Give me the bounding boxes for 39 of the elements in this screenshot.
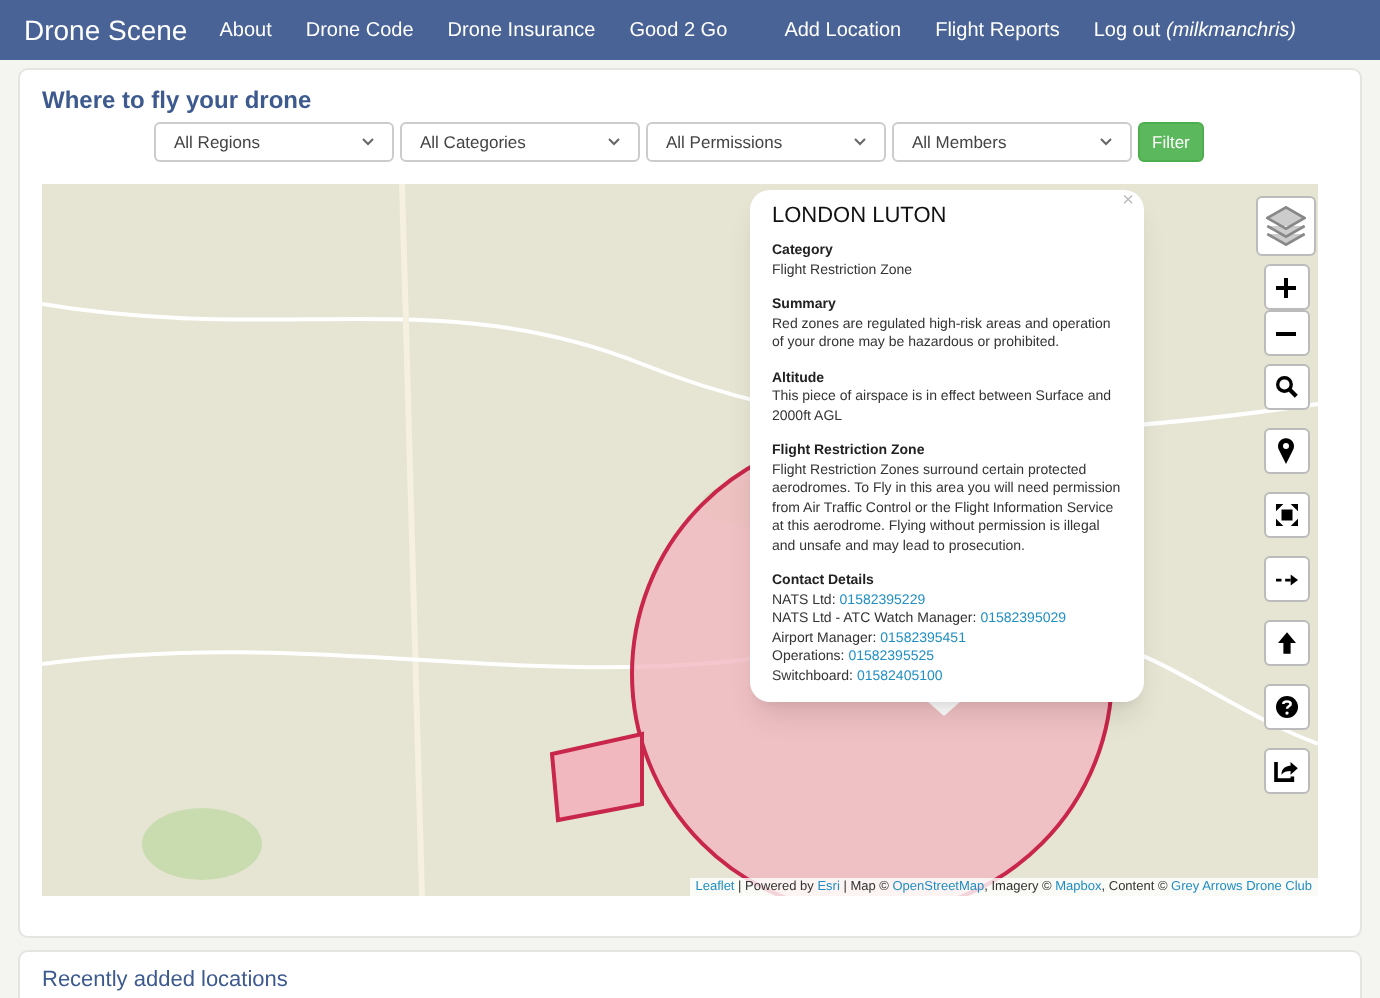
filter-dropdown[interactable]: All Permissions — [646, 122, 886, 162]
park-area — [142, 808, 262, 880]
plus-icon — [1276, 277, 1296, 297]
section-title: Where to fly your drone — [42, 84, 314, 116]
chevron-icon — [362, 138, 374, 146]
map-control-button[interactable] — [1263, 748, 1309, 794]
map-control-button[interactable] — [1263, 264, 1309, 310]
nav-link[interactable]: Flight Reports — [935, 15, 1060, 45]
map-control-button[interactable] — [1263, 620, 1309, 666]
layers-icon — [1266, 206, 1306, 246]
chevron-icon — [608, 138, 620, 146]
map-control-button[interactable] — [1263, 428, 1309, 474]
nav-link[interactable]: Add Location — [784, 15, 902, 45]
nav-link[interactable]: Drone Code — [305, 15, 414, 45]
map-control-button[interactable] — [1263, 492, 1309, 538]
nav-link[interactable]: About — [219, 15, 272, 45]
help-icon — [1275, 696, 1297, 718]
popup-title: LONDON LUTON — [772, 204, 949, 230]
nav-link[interactable]: Log out (milkmanchris) — [1093, 15, 1296, 45]
filter-dropdown[interactable]: All Members — [892, 122, 1132, 162]
chevron-icon — [854, 138, 866, 146]
section-title: Recently added locations — [42, 966, 290, 994]
brand-link[interactable]: Drone Scene — [24, 9, 188, 51]
search-icon — [1275, 376, 1297, 398]
map-control-button[interactable] — [1263, 364, 1309, 410]
arrow-up-icon — [1277, 632, 1295, 654]
minus-icon — [1276, 331, 1296, 335]
map-control-button[interactable] — [1263, 310, 1309, 356]
filter-dropdown[interactable]: All Categories — [400, 122, 640, 162]
arrow-right-icon — [1275, 573, 1297, 585]
share-icon — [1274, 761, 1298, 781]
map-pin-icon — [1278, 438, 1294, 464]
nav-link[interactable]: Good 2 Go — [629, 15, 728, 45]
fullscreen-icon — [1275, 504, 1297, 526]
map-control-button[interactable] — [1263, 556, 1309, 602]
map-control-button[interactable] — [1263, 684, 1309, 730]
chevron-icon — [1100, 138, 1112, 146]
nav-link[interactable]: Drone Insurance — [447, 15, 596, 45]
filter-dropdown[interactable]: All Regions — [154, 122, 394, 162]
